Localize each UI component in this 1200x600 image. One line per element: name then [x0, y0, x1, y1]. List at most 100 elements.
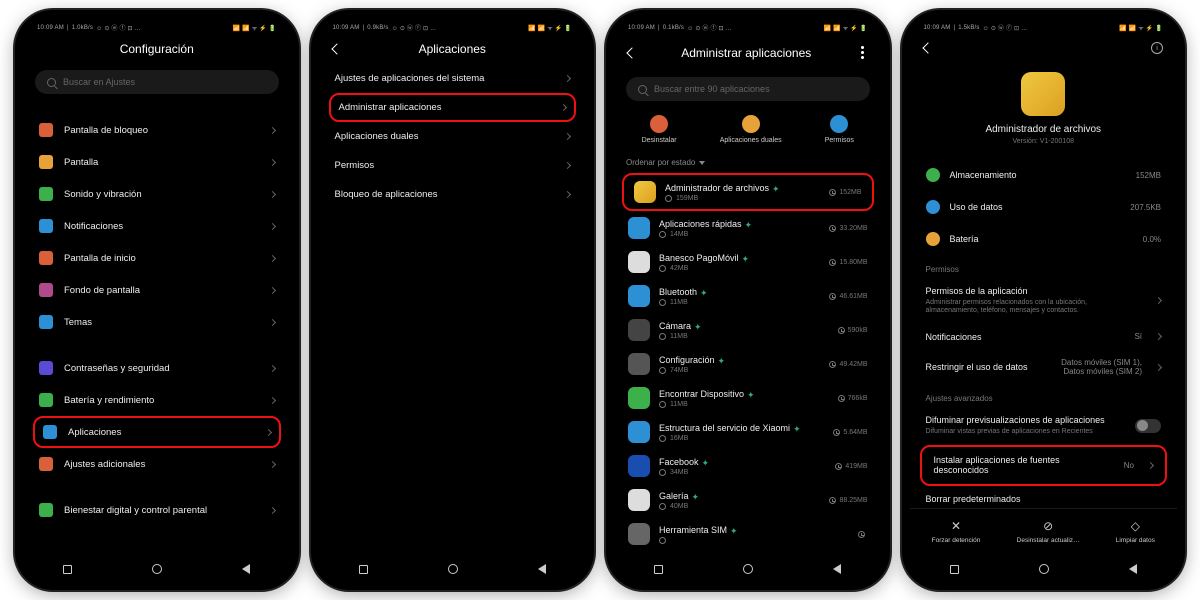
row-admin-apps[interactable]: Administrar aplicaciones [331, 95, 575, 120]
stat-icon [926, 168, 940, 182]
row-icon [39, 283, 53, 297]
row-icon [39, 503, 53, 517]
action-icon: ◇ [1131, 519, 1140, 533]
highlight-admin-apps: Administrar aplicaciones [329, 93, 577, 122]
settings-row[interactable]: Permisos [323, 151, 583, 180]
row-restrict-data[interactable]: Restringir el uso de datos Datos móviles… [914, 350, 1174, 384]
info-icon[interactable]: i [1151, 42, 1163, 54]
stat-row[interactable]: Uso de datos207.5KB [914, 191, 1174, 223]
row-icon [39, 155, 53, 169]
gear-icon [43, 425, 57, 439]
settings-row[interactable]: Pantalla de bloqueo [27, 114, 287, 146]
app-row-file-manager[interactable]: Administrador de archivos✦ 159MB 152MB [624, 175, 872, 209]
stat-row[interactable]: Batería0.0% [914, 223, 1174, 255]
nav-recent[interactable] [359, 565, 368, 574]
settings-row[interactable]: Aplicaciones duales [323, 122, 583, 151]
app-icon [628, 421, 650, 443]
settings-row[interactable]: Temas [27, 306, 287, 338]
row-notifications[interactable]: Notificaciones Sí [914, 324, 1174, 351]
settings-row[interactable]: Bienestar digital y control parental [27, 494, 287, 526]
section-advanced: Ajustes avanzados [914, 384, 1174, 407]
app-row[interactable]: Encontrar Dispositivo✦11MB766kB [618, 381, 878, 415]
row-clear-defaults[interactable]: Borrar predeterminadosNo hay predetermin… [914, 486, 1174, 504]
navbar [23, 554, 291, 582]
more-icon[interactable] [857, 42, 868, 63]
settings-row[interactable]: Notificaciones [27, 210, 287, 242]
row-icon [39, 251, 53, 265]
settings-row[interactable]: Sonido y vibración [27, 178, 287, 210]
nav-home[interactable] [743, 564, 753, 574]
chevron-right-icon [1155, 297, 1162, 304]
nav-back[interactable] [833, 564, 841, 574]
app-icon [628, 285, 650, 307]
top-action[interactable]: Aplicaciones duales [720, 115, 782, 144]
stat-icon [926, 232, 940, 246]
action-icon [830, 115, 848, 133]
app-row[interactable]: Cámara✦11MB590kB [618, 313, 878, 347]
highlight-aplicaciones: Aplicaciones [33, 416, 281, 448]
app-row[interactable]: Facebook✦34MB419MB [618, 449, 878, 483]
nav-back[interactable] [538, 564, 546, 574]
row-icon [39, 393, 53, 407]
row-unknown-sources[interactable]: Instalar aplicaciones de fuentes descono… [922, 447, 1166, 485]
top-action[interactable]: Permisos [825, 115, 854, 144]
settings-row[interactable]: Pantalla [27, 146, 287, 178]
sort-dropdown[interactable]: Ordenar por estado [614, 154, 882, 173]
nav-recent[interactable] [63, 565, 72, 574]
app-row[interactable]: Configuración✦74MB49.42MB [618, 347, 878, 381]
app-row[interactable]: Bluetooth✦11MB46.61MB [618, 279, 878, 313]
nav-recent[interactable] [654, 565, 663, 574]
nav-home[interactable] [152, 564, 162, 574]
chevron-right-icon [268, 190, 275, 197]
chevron-right-icon [1155, 364, 1162, 371]
back-icon[interactable] [922, 42, 933, 53]
settings-row[interactable]: Ajustes adicionales [27, 448, 287, 480]
app-row[interactable]: Estructura del servicio de Xiaomi✦16MB5.… [618, 415, 878, 449]
search-icon [47, 78, 56, 87]
back-icon[interactable] [331, 43, 342, 54]
search-icon [638, 85, 647, 94]
search-input[interactable]: Buscar en Ajustes [35, 70, 279, 94]
app-row[interactable]: Galería✦40MB88.25MB [618, 483, 878, 517]
row-app-permissions[interactable]: Permisos de la aplicaciónAdministrar per… [914, 278, 1174, 324]
app-row[interactable]: Herramienta SIM✦ [618, 517, 878, 551]
app-row[interactable]: Aplicaciones rápidas✦14MB33.20MB [618, 211, 878, 245]
settings-row[interactable]: Batería y rendimiento [27, 384, 287, 416]
row-aplicaciones[interactable]: Aplicaciones [35, 418, 279, 446]
page-title: Configuración [37, 42, 277, 56]
top-action[interactable]: Desinstalar [642, 115, 677, 144]
bottom-action[interactable]: ✕Forzar detención [932, 519, 981, 544]
nav-home[interactable] [448, 564, 458, 574]
settings-row[interactable]: Fondo de pantalla [27, 274, 287, 306]
chevron-right-icon [564, 75, 571, 82]
nav-back[interactable] [1129, 564, 1137, 574]
app-header: Administrador de archivos Versión: V1-20… [914, 62, 1174, 159]
app-icon [628, 523, 650, 545]
back-icon[interactable] [626, 47, 637, 58]
app-icon [1021, 72, 1065, 116]
settings-row[interactable]: Pantalla de inicio [27, 242, 287, 274]
stat-row[interactable]: Almacenamiento152MB [914, 159, 1174, 191]
bottom-action[interactable]: ◇Limpiar datos [1116, 519, 1155, 544]
section-permisos: Permisos [914, 255, 1174, 278]
toggle-off[interactable] [1135, 419, 1161, 433]
bottom-actions: ✕Forzar detención ⊘Desinstalar actualiz… ◇… [910, 508, 1178, 554]
chevron-right-icon [268, 254, 275, 261]
action-icon: ⊘ [1043, 519, 1053, 533]
settings-row[interactable]: Contraseñas y seguridad [27, 352, 287, 384]
nav-home[interactable] [1039, 564, 1049, 574]
chevron-right-icon [268, 460, 275, 467]
nav-recent[interactable] [950, 565, 959, 574]
titlebar: i [910, 34, 1178, 62]
bottom-action[interactable]: ⊘Desinstalar actualiz… [1017, 519, 1080, 544]
app-row[interactable]: Banesco PagoMóvil✦42MB15.80MB [618, 245, 878, 279]
settings-row[interactable]: Bloqueo de aplicaciones [323, 180, 583, 209]
settings-row[interactable]: Ajustes de aplicaciones del sistema [323, 64, 583, 93]
titlebar: Administrar aplicaciones [614, 34, 882, 71]
nav-back[interactable] [242, 564, 250, 574]
row-blur-previews[interactable]: Difuminar previsualizaciones de aplicaci… [914, 407, 1174, 444]
chevron-right-icon [1147, 462, 1154, 469]
action-icon: ✕ [951, 519, 961, 533]
search-input[interactable]: Buscar entre 90 aplicaciones [626, 77, 870, 101]
row-icon [39, 457, 53, 471]
